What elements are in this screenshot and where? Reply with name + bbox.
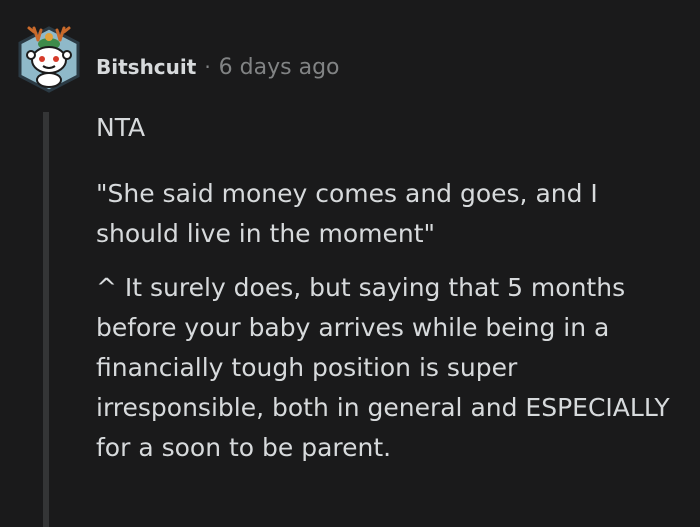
comment-body: NTA "She said money comes and goes, and …	[96, 108, 686, 468]
comment-paragraph: NTA	[96, 113, 146, 142]
comment-paragraph: "She said money comes and goes, and I sh…	[96, 179, 598, 248]
comment-paragraph: ^ It surely does, but saying that 5 mont…	[96, 273, 670, 462]
thread-collapse-line[interactable]	[43, 112, 49, 527]
comment-header: Bitshcuit · 6 days ago	[96, 52, 340, 82]
snoo-avatar-icon	[18, 26, 80, 93]
meta-separator: ·	[204, 55, 211, 79]
avatar[interactable]	[16, 20, 82, 96]
comment: Bitshcuit · 6 days ago NTA "She said mon…	[0, 0, 700, 527]
comment-author[interactable]: Bitshcuit	[96, 55, 196, 79]
comment-timestamp[interactable]: 6 days ago	[219, 55, 340, 80]
